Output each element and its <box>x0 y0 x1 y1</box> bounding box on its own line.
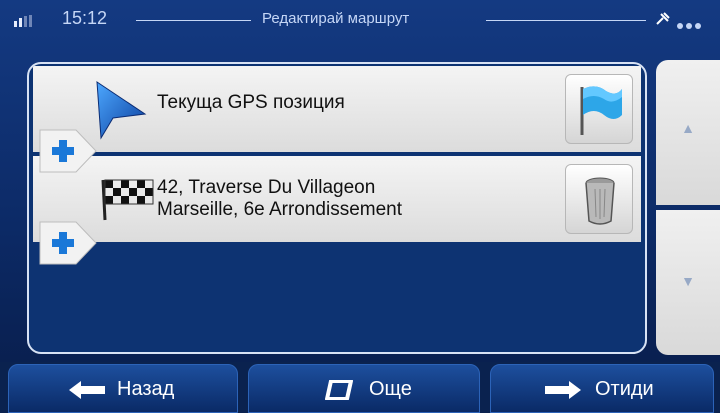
divider <box>136 20 251 21</box>
set-start-button[interactable] <box>565 74 633 144</box>
bottom-bar: Назад Още Отиди <box>0 362 720 413</box>
divider <box>486 20 646 21</box>
back-button[interactable]: Назад <box>8 364 238 413</box>
route-item-label: Текуща GPS позиция <box>157 92 345 113</box>
screen: 15:12 Редактирай маршрут Текуща GPS пози… <box>0 0 720 413</box>
position-arrow-icon <box>96 81 147 140</box>
more-icon <box>325 380 353 400</box>
screen-title: Редактирай маршрут <box>262 10 410 27</box>
flag-icon <box>580 86 622 135</box>
trash-icon <box>585 177 615 225</box>
more-label: Още <box>369 378 412 400</box>
arrow-left-icon <box>69 381 105 399</box>
status-bar: 15:12 Редактирай маршрут <box>0 0 720 40</box>
add-waypoint-button[interactable] <box>38 128 98 174</box>
route-item-start[interactable]: Текуща GPS позиция <box>33 66 641 152</box>
chevron-up-icon: ▲ <box>681 120 695 136</box>
scroll-up-button[interactable]: ▲ <box>656 60 720 205</box>
address-line-1: 42, Traverse Du Villageon <box>157 177 376 198</box>
arrow-right-icon <box>545 381 581 399</box>
delete-waypoint-button[interactable] <box>565 164 633 234</box>
menu-dots-icon[interactable] <box>677 16 704 29</box>
route-item-address: 42, Traverse Du Villageon Marseille, 6e … <box>157 177 402 221</box>
signal-icon <box>14 15 40 27</box>
go-button[interactable]: Отиди <box>490 364 714 413</box>
go-label: Отиди <box>595 378 654 400</box>
scroll-column: ▲ ▼ <box>656 60 720 356</box>
address-line-2: Marseille, 6e Arrondissement <box>157 199 402 220</box>
route-item-destination[interactable]: 42, Traverse Du Villageon Marseille, 6e … <box>33 156 641 242</box>
checkered-flag-icon <box>101 179 154 221</box>
plus-icon <box>39 221 97 265</box>
back-label: Назад <box>117 378 175 400</box>
plus-icon <box>39 129 97 173</box>
satellite-icon <box>654 10 672 28</box>
more-button[interactable]: Още <box>248 364 480 413</box>
chevron-down-icon: ▼ <box>681 273 695 289</box>
route-list: Текуща GPS позиция 42, Traverse Du Villa… <box>27 62 647 354</box>
scroll-down-button[interactable]: ▼ <box>656 210 720 355</box>
add-waypoint-button[interactable] <box>38 220 98 266</box>
clock: 15:12 <box>62 8 108 28</box>
